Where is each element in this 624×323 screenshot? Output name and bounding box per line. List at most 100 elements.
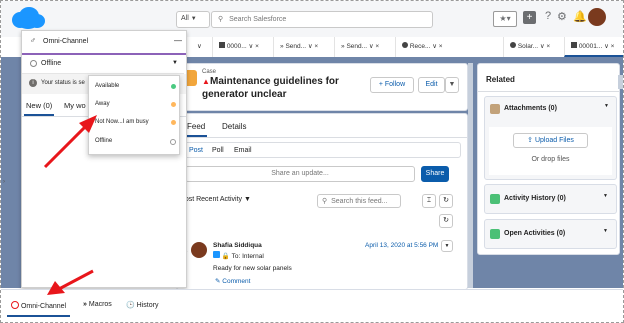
refresh-button-secondary[interactable]: ↻ [439,214,453,228]
info-icon: i [29,79,37,87]
publisher-tab-email[interactable]: Email [234,147,252,154]
history-clock-icon: 🕒 [126,302,135,309]
opportunity-icon [510,42,516,48]
open-activities-title[interactable]: Open Activities (0) [504,230,565,237]
available-status-dot [171,84,176,89]
open-activities-card: Open Activities (0) ▼ [484,219,617,249]
favorites-icon[interactable]: ★▾ [493,11,517,27]
utility-macros-label: Macros [88,301,112,308]
activity-history-title[interactable]: Activity History (0) [504,195,566,202]
global-actions-icon[interactable]: + [523,11,536,24]
record-highlights: Case ▲ Maintenance guidelines for genera… [176,63,468,111]
quick-text-icon: » [280,43,284,50]
user-avatar[interactable] [588,8,606,26]
tab-label: Send... [346,43,368,50]
help-icon[interactable]: ? [545,10,551,22]
attachments-card: Attachments (0) ▼ ⇪ Upload Files Or drop… [484,96,617,180]
feed-sort-select[interactable]: Most Recent Activity ▼ [179,196,251,203]
activity-history-card: Activity History (0) ▼ [484,184,617,214]
edit-button[interactable]: Edit [418,77,445,93]
status-option-offline[interactable]: Offline [95,138,179,145]
workspace-tab-1[interactable]: 0000... ∨ × [212,37,272,57]
workspace-tab-2[interactable]: » Send... ∨ × [273,37,333,57]
status-option-label: Away [95,101,110,107]
follow-label: + Follow [378,81,406,88]
upload-files-button[interactable]: ⇪ Upload Files [513,133,588,148]
priority-up-icon: ▲ [202,77,210,86]
search-icon: ⚲ [218,16,224,23]
post-author[interactable]: Shafia Siddiqua [213,242,262,249]
publisher-tab-post[interactable]: Post [189,147,203,154]
share-button[interactable]: Share [421,166,449,182]
related-title-underline [478,91,619,92]
related-panel: Related Attachments (0) ▼ ⇪ Upload Files… [477,63,620,255]
search-scope-select[interactable]: All ▼ [176,11,210,28]
tab-feed[interactable]: Feed [187,122,205,131]
drop-files-label: Or drop files [531,156,570,163]
status-option-away[interactable]: Away [95,101,179,107]
main-scrollbar[interactable] [468,63,473,288]
search-scope-label: All [181,15,189,22]
tab-details[interactable]: Details [222,122,246,131]
share-label: Share [425,170,445,177]
record-actions-menu[interactable]: ▼ [445,77,459,93]
record-title-line2: generator unclear [202,89,287,100]
refresh-feed-button[interactable]: ↻ [439,194,453,208]
status-option-busy[interactable]: Not Now...I am busy [95,119,179,125]
lock-icon: 🔒 [221,253,230,260]
post-author-avatar [191,242,207,258]
tab-overflow[interactable]: ∨ [191,37,211,57]
upload-label: Upload Files [534,137,574,144]
workspace-tab-6[interactable]: 00001... ∨ × [564,37,623,57]
post-date[interactable]: April 13, 2020 at 5:56 PM [365,242,438,249]
follow-button[interactable]: + Follow [370,77,414,93]
publisher-tab-poll[interactable]: Poll [212,147,224,154]
attachment-icon [490,104,500,114]
feed-search-input[interactable]: ⚲ Search this feed... [317,194,401,208]
setup-gear-icon[interactable]: ⚙ [557,10,567,23]
post-actions-menu[interactable]: ▼ [441,240,453,252]
open-activities-menu[interactable]: ▼ [603,228,608,234]
global-search-input[interactable]: ⚲ Search Salesforce [211,11,433,28]
filter-feed-button[interactable]: ⌶ [422,194,436,208]
chevron-down-icon: ▼ [190,16,197,22]
quick-text-icon: » [341,43,345,50]
status-option-label: Available [95,83,120,89]
omni-channel-icon: ♂ [30,36,36,45]
attachments-menu[interactable]: ▼ [601,102,612,113]
attachments-title[interactable]: Attachments (0) [504,105,557,112]
chevron-down-icon: ▼ [172,60,178,66]
activity-icon [490,194,500,204]
omni-status-ring-icon [11,301,19,309]
share-update-input[interactable]: Share an update... [185,166,415,182]
chevron-down-icon: ▼ [243,196,251,203]
utility-history-label: History [136,302,159,309]
macros-icon: » [83,301,87,308]
tab-label: Rece... [409,43,431,50]
status-message: Your status is se [41,80,85,86]
post-body: Ready for new solar panels [213,265,292,272]
related-scroll-tab[interactable] [618,75,623,89]
opportunity-icon [402,42,408,48]
status-option-available[interactable]: Available [95,83,179,89]
upload-drop-zone[interactable]: ⇪ Upload Files Or drop files [489,127,612,175]
utility-macros[interactable]: » Macros [83,301,112,308]
away-status-dot [171,102,176,107]
status-value: Offline [41,60,62,67]
case-icon [213,251,220,258]
left-expander-icon[interactable]: › [3,179,5,185]
utility-history[interactable]: 🕒 History [126,301,158,309]
post-to-label: To: Internal [231,253,264,260]
activity-history-menu[interactable]: ▼ [603,193,608,199]
status-select[interactable]: Offline ▼ [22,55,184,74]
workspace-tab-4[interactable]: Rece... ∨ × [395,37,457,57]
workspace-tab-5[interactable]: Solar... ∨ × [503,37,563,57]
search-icon: ⚲ [322,198,328,205]
workspace-tab-3[interactable]: » Send... ∨ × [334,37,394,57]
minimize-icon[interactable]: — [174,36,182,45]
comment-link[interactable]: ✎ Comment [215,277,250,285]
record-object-label: Case [202,69,217,75]
notifications-bell-icon[interactable]: 🔔 [573,10,587,23]
post-to-line: 🔒 To: Internal [213,251,264,260]
utility-omni-label: Omni-Channel [20,303,67,310]
